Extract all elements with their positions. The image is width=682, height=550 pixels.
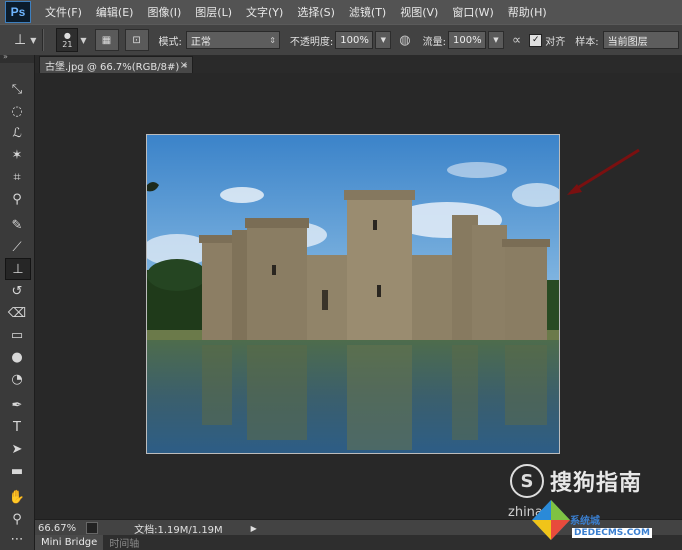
sogou-brand: 搜狗指南 (550, 471, 643, 496)
collapse-icon: » (3, 52, 8, 61)
sogou-logo-icon: S (510, 464, 544, 498)
lasso-icon[interactable]: ℒ (5, 123, 29, 143)
mode-value: 正常 (190, 36, 211, 48)
menu-file[interactable]: 文件(F) (45, 4, 82, 20)
crop-icon[interactable]: ⌗ (5, 167, 29, 187)
move-icon[interactable]: ⤡ (5, 79, 29, 99)
sogou-watermark: S 搜狗指南 (510, 464, 642, 498)
document-tab-title: 古堡.jpg @ 66.7%(RGB/8#) * (45, 61, 188, 73)
opacity-dropdown[interactable]: ▼ (375, 31, 392, 49)
zoom-level[interactable]: 66.67% (38, 523, 76, 534)
eraser-icon[interactable]: ⌫ (5, 303, 29, 323)
dodge-icon[interactable]: ◔ (5, 369, 29, 389)
sample-select[interactable]: 当前图层 (602, 31, 679, 49)
clone-stamp-icon[interactable]: ⊥ (5, 258, 31, 280)
brush-dropdown-arrow-icon[interactable]: ▼ (80, 36, 86, 45)
sample-label: 样本: (575, 36, 599, 48)
menu-select[interactable]: 选择(S) (297, 4, 335, 20)
clone-source-icon: ⊡ (132, 34, 141, 46)
mode-label: 模式: (158, 36, 182, 48)
watermark-site-cn: 系统城 (570, 516, 600, 527)
tools-panel: » ⤡ ◌ ℒ ✶ ⌗ ⚲ ✎ ⟋ ⊥ ↺ ⌫ ▭ ● ◔ ✒ T ➤ ▬ ✋ … (0, 52, 35, 550)
blur-icon[interactable]: ● (5, 347, 29, 367)
opacity-input[interactable]: 100% (335, 31, 374, 49)
align-checkbox[interactable]: ✓ (529, 33, 543, 47)
document-tab-strip: 古堡.jpg @ 66.7%(RGB/8#) * × (35, 55, 682, 73)
flow-value: 100% (452, 34, 482, 46)
magic-wand-icon[interactable]: ✶ (5, 145, 29, 165)
menu-help[interactable]: 帮助(H) (508, 4, 547, 20)
xitongcheng-logo-icon (532, 500, 570, 540)
menu-window[interactable]: 窗口(W) (452, 4, 493, 20)
castle-photo[interactable] (146, 134, 560, 454)
zoom-icon[interactable]: ⚲ (5, 509, 29, 529)
dropdown-arrow-icon: ▼ (380, 36, 386, 44)
opacity-label: 不透明度: (289, 36, 334, 48)
dropdown-arrow-icon: ▼ (493, 36, 499, 44)
menu-view[interactable]: 视图(V) (400, 4, 438, 20)
document-tab[interactable]: 古堡.jpg @ 66.7%(RGB/8#) * × (39, 56, 193, 73)
menu-edit[interactable]: 编辑(E) (96, 4, 134, 20)
preset-dropdown-arrow-icon[interactable]: ▼ (30, 36, 36, 45)
mode-select[interactable]: 正常 ⇕ (185, 31, 280, 49)
watermark-site-en: DEDECMS.COM (572, 528, 652, 538)
castle-image (147, 135, 559, 453)
history-brush-icon[interactable]: ↺ (5, 281, 29, 301)
flow-label: 流量: (422, 36, 446, 48)
flow-input[interactable]: 100% (447, 31, 486, 49)
healing-brush-icon[interactable]: ✎ (5, 215, 29, 235)
path-selection-icon[interactable]: ➤ (5, 439, 29, 459)
hand-icon[interactable]: ✋ (5, 487, 29, 507)
menu-layer[interactable]: 图层(L) (195, 4, 232, 20)
pressure-opacity-icon[interactable]: ◍ (399, 33, 410, 48)
status-arrow-icon[interactable]: ▶ (251, 524, 257, 533)
eyedropper-icon[interactable]: ⚲ (5, 189, 29, 209)
menu-bar: Ps 文件(F) 编辑(E) 图像(I) 图层(L) 文字(Y) 选择(S) 滤… (0, 0, 682, 24)
photoshop-logo: Ps (5, 1, 31, 23)
brush-panel-toggle-button[interactable]: ▦ (94, 29, 119, 51)
clone-stamp-preset-icon[interactable]: ⊥ (14, 32, 26, 48)
type-icon[interactable]: T (5, 417, 29, 437)
gradient-icon[interactable]: ▭ (5, 325, 29, 345)
brush-size-value: 21 (62, 40, 73, 49)
tools-panel-header[interactable]: » (0, 52, 34, 63)
sample-value: 当前图层 (607, 36, 648, 48)
brush-panel-icon: ▦ (101, 34, 112, 46)
tab-timeline[interactable]: 时间轴 (103, 535, 145, 550)
airbrush-icon[interactable]: ∝ (512, 33, 521, 48)
menu-type[interactable]: 文字(Y) (246, 4, 283, 20)
brush-tip-icon: ● (63, 31, 71, 40)
opacity-value: 100% (340, 34, 369, 46)
brush-icon[interactable]: ⟋ (5, 237, 29, 257)
separator (42, 29, 45, 51)
menu-image[interactable]: 图像(I) (147, 4, 181, 20)
menu-filter[interactable]: 滤镜(T) (349, 4, 386, 20)
align-label: 对齐 (545, 36, 566, 48)
more-tools-icon[interactable]: ⋯ (5, 529, 29, 549)
red-arrow-annotation (567, 148, 640, 195)
brush-size-picker[interactable]: ● 21 (56, 28, 79, 52)
document-size: 文档:1.19M/1.19M (134, 524, 223, 536)
rectangle-icon[interactable]: ▬ (5, 461, 29, 481)
updown-arrow-icon: ⇕ (269, 35, 276, 45)
tab-mini-bridge[interactable]: Mini Bridge (35, 535, 104, 550)
flow-dropdown[interactable]: ▼ (487, 31, 504, 49)
clone-source-panel-button[interactable]: ⊡ (124, 29, 149, 51)
close-tab-icon[interactable]: × (180, 60, 188, 71)
options-bar: ⊥ ▼ ● 21 ▼ ▦ ⊡ 模式: 正常 ⇕ 不透明度: 100% ▼ ◍ 流… (0, 24, 682, 56)
pen-icon[interactable]: ✒ (5, 395, 29, 415)
status-menu-icon[interactable] (86, 522, 99, 534)
marquee-icon[interactable]: ◌ (5, 101, 29, 121)
